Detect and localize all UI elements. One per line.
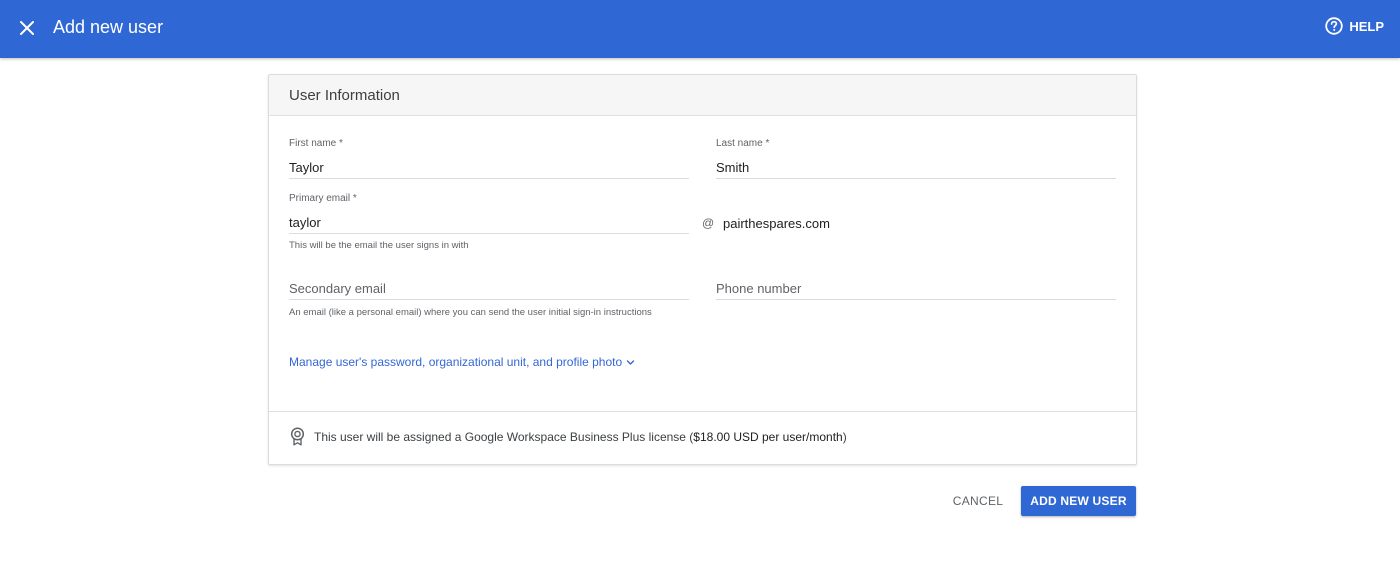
add-new-user-button[interactable]: ADD NEW USER xyxy=(1021,486,1136,516)
secondary-email-field: An email (like a personal email) where y… xyxy=(289,279,689,321)
close-button[interactable] xyxy=(14,15,40,41)
first-name-label: First name * xyxy=(289,138,343,149)
license-close-paren: ) xyxy=(842,429,847,444)
last-name-input[interactable] xyxy=(716,158,1116,176)
primary-email-input[interactable] xyxy=(289,213,689,231)
manage-user-options-link[interactable]: Manage user's password, organizational u… xyxy=(289,355,635,369)
last-name-field: Last name * xyxy=(716,138,1116,180)
card-divider xyxy=(269,411,1136,412)
cancel-button[interactable]: CANCEL xyxy=(945,486,1011,516)
chevron-down-icon xyxy=(626,359,635,365)
phone-number-underline xyxy=(716,299,1116,300)
primary-email-hint: This will be the email the user signs in… xyxy=(289,240,469,251)
license-badge-icon xyxy=(289,427,306,446)
last-name-label: Last name * xyxy=(716,138,770,149)
help-label: HELP xyxy=(1349,18,1384,34)
phone-number-input[interactable] xyxy=(716,279,1116,297)
help-button[interactable]: HELP xyxy=(1325,17,1384,35)
card-title: User Information xyxy=(289,86,400,104)
license-info: This user will be assigned a Google Work… xyxy=(289,427,847,446)
secondary-email-underline xyxy=(289,299,689,300)
secondary-email-hint: An email (like a personal email) where y… xyxy=(289,307,652,318)
page-title: Add new user xyxy=(53,17,164,37)
license-price: $18.00 USD per user/month xyxy=(693,429,843,444)
first-name-underline xyxy=(289,178,689,179)
first-name-input[interactable] xyxy=(289,158,689,176)
user-information-card: User Information First name * Last name … xyxy=(268,74,1137,465)
first-name-field: First name * xyxy=(289,138,689,180)
help-circle-icon xyxy=(1325,17,1344,35)
phone-number-field xyxy=(716,279,1116,301)
app-header: Add new user HELP xyxy=(0,0,1400,58)
secondary-email-input[interactable] xyxy=(289,279,689,297)
primary-email-label: Primary email * xyxy=(289,193,357,204)
manage-user-options-label: Manage user's password, organizational u… xyxy=(289,355,623,369)
primary-email-underline xyxy=(289,233,689,234)
email-domain: pairthespares.com xyxy=(723,216,830,231)
last-name-underline xyxy=(716,178,1116,179)
license-text: This user will be assigned a Google Work… xyxy=(314,429,694,444)
primary-email-field: Primary email * This will be the email t… xyxy=(289,193,689,255)
close-icon xyxy=(20,21,34,35)
at-sign: @ xyxy=(702,216,715,230)
card-header: User Information xyxy=(269,75,1136,116)
